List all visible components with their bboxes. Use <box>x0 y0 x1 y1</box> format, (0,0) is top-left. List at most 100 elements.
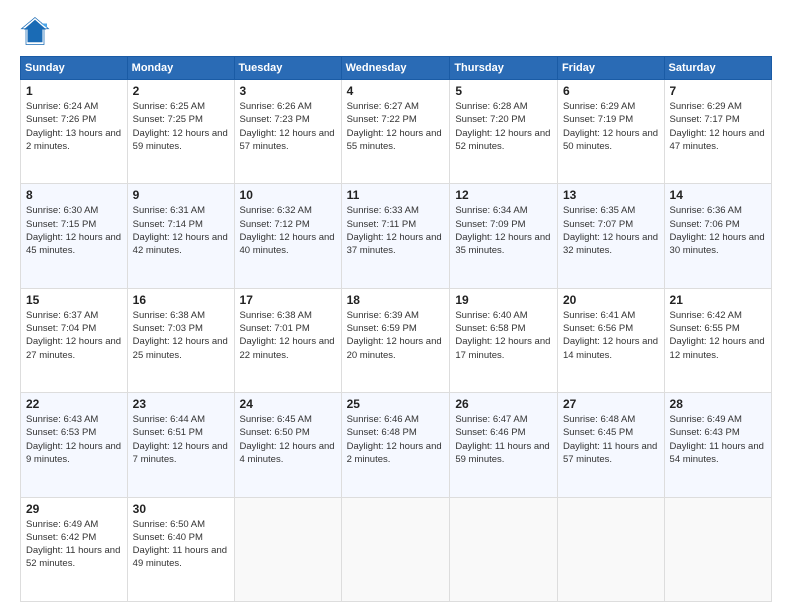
day-number: 1 <box>26 84 122 98</box>
table-row: 25 Sunrise: 6:46 AMSunset: 6:48 PMDayligh… <box>341 393 450 497</box>
table-row: 16 Sunrise: 6:38 AMSunset: 7:03 PMDayligh… <box>127 288 234 392</box>
day-number: 6 <box>563 84 659 98</box>
page: SundayMondayTuesdayWednesdayThursdayFrid… <box>0 0 792 612</box>
table-row: 5Sunrise: 6:28 AMSunset: 7:20 PMDaylight… <box>450 80 558 184</box>
calendar-week-row: 29 Sunrise: 6:49 AMSunset: 6:42 PMDayligh… <box>21 497 772 601</box>
day-number: 5 <box>455 84 552 98</box>
table-row: 20 Sunrise: 6:41 AMSunset: 6:56 PMDayligh… <box>557 288 664 392</box>
day-header-sunday: Sunday <box>21 57 128 80</box>
day-header-tuesday: Tuesday <box>234 57 341 80</box>
day-info: Sunrise: 6:39 AMSunset: 6:59 PMDaylight:… <box>347 309 445 362</box>
calendar-body: 1 Sunrise: 6:24 AMSunset: 7:26 PMDaylight… <box>21 80 772 602</box>
day-number: 19 <box>455 293 552 307</box>
day-number: 13 <box>563 188 659 202</box>
day-number: 28 <box>670 397 766 411</box>
day-number: 16 <box>133 293 229 307</box>
day-info: Sunrise: 6:26 AMSunset: 7:23 PMDaylight:… <box>240 100 336 153</box>
day-info: Sunrise: 6:38 AMSunset: 7:01 PMDaylight:… <box>240 309 336 362</box>
day-number: 7 <box>670 84 766 98</box>
table-row: 24 Sunrise: 6:45 AMSunset: 6:50 PMDayligh… <box>234 393 341 497</box>
day-number: 2 <box>133 84 229 98</box>
day-info: Sunrise: 6:35 AMSunset: 7:07 PMDaylight:… <box>563 204 659 257</box>
day-info: Sunrise: 6:48 AMSunset: 6:45 PMDaylight:… <box>563 413 659 466</box>
day-info: Sunrise: 6:31 AMSunset: 7:14 PMDaylight:… <box>133 204 229 257</box>
table-row <box>664 497 771 601</box>
calendar-week-row: 1 Sunrise: 6:24 AMSunset: 7:26 PMDaylight… <box>21 80 772 184</box>
table-row <box>234 497 341 601</box>
table-row: 18 Sunrise: 6:39 AMSunset: 6:59 PMDayligh… <box>341 288 450 392</box>
logo <box>20 16 54 46</box>
table-row: 19 Sunrise: 6:40 AMSunset: 6:58 PMDayligh… <box>450 288 558 392</box>
calendar-week-row: 15 Sunrise: 6:37 AMSunset: 7:04 PMDayligh… <box>21 288 772 392</box>
table-row: 11Sunrise: 6:33 AMSunset: 7:11 PMDayligh… <box>341 184 450 288</box>
day-number: 10 <box>240 188 336 202</box>
day-info: Sunrise: 6:29 AMSunset: 7:19 PMDaylight:… <box>563 100 659 153</box>
day-info: Sunrise: 6:43 AMSunset: 6:53 PMDaylight:… <box>26 413 122 466</box>
day-info: Sunrise: 6:24 AMSunset: 7:26 PMDaylight:… <box>26 100 122 153</box>
day-header-monday: Monday <box>127 57 234 80</box>
table-row: 17 Sunrise: 6:38 AMSunset: 7:01 PMDayligh… <box>234 288 341 392</box>
table-row: 1 Sunrise: 6:24 AMSunset: 7:26 PMDaylight… <box>21 80 128 184</box>
day-number: 18 <box>347 293 445 307</box>
day-info: Sunrise: 6:45 AMSunset: 6:50 PMDaylight:… <box>240 413 336 466</box>
day-info: Sunrise: 6:46 AMSunset: 6:48 PMDaylight:… <box>347 413 445 466</box>
day-info: Sunrise: 6:40 AMSunset: 6:58 PMDaylight:… <box>455 309 552 362</box>
table-row: 3 Sunrise: 6:26 AMSunset: 7:23 PMDaylight… <box>234 80 341 184</box>
day-number: 9 <box>133 188 229 202</box>
table-row: 6 Sunrise: 6:29 AMSunset: 7:19 PMDaylight… <box>557 80 664 184</box>
day-number: 23 <box>133 397 229 411</box>
day-header-friday: Friday <box>557 57 664 80</box>
table-row: 12 Sunrise: 6:34 AMSunset: 7:09 PMDayligh… <box>450 184 558 288</box>
table-row: 9 Sunrise: 6:31 AMSunset: 7:14 PMDaylight… <box>127 184 234 288</box>
day-number: 4 <box>347 84 445 98</box>
day-info: Sunrise: 6:38 AMSunset: 7:03 PMDaylight:… <box>133 309 229 362</box>
table-row: 22 Sunrise: 6:43 AMSunset: 6:53 PMDayligh… <box>21 393 128 497</box>
day-number: 12 <box>455 188 552 202</box>
logo-icon <box>20 16 50 46</box>
day-number: 29 <box>26 502 122 516</box>
day-info: Sunrise: 6:37 AMSunset: 7:04 PMDaylight:… <box>26 309 122 362</box>
calendar-week-row: 22 Sunrise: 6:43 AMSunset: 6:53 PMDayligh… <box>21 393 772 497</box>
day-header-wednesday: Wednesday <box>341 57 450 80</box>
day-number: 15 <box>26 293 122 307</box>
table-row: 13 Sunrise: 6:35 AMSunset: 7:07 PMDayligh… <box>557 184 664 288</box>
day-info: Sunrise: 6:50 AMSunset: 6:40 PMDaylight:… <box>133 518 229 571</box>
table-row: 8Sunrise: 6:30 AMSunset: 7:15 PMDaylight… <box>21 184 128 288</box>
day-info: Sunrise: 6:32 AMSunset: 7:12 PMDaylight:… <box>240 204 336 257</box>
day-number: 22 <box>26 397 122 411</box>
day-info: Sunrise: 6:47 AMSunset: 6:46 PMDaylight:… <box>455 413 552 466</box>
day-info: Sunrise: 6:34 AMSunset: 7:09 PMDaylight:… <box>455 204 552 257</box>
calendar-header-row: SundayMondayTuesdayWednesdayThursdayFrid… <box>21 57 772 80</box>
day-info: Sunrise: 6:49 AMSunset: 6:43 PMDaylight:… <box>670 413 766 466</box>
table-row <box>341 497 450 601</box>
day-info: Sunrise: 6:36 AMSunset: 7:06 PMDaylight:… <box>670 204 766 257</box>
day-number: 26 <box>455 397 552 411</box>
table-row: 10 Sunrise: 6:32 AMSunset: 7:12 PMDayligh… <box>234 184 341 288</box>
day-number: 25 <box>347 397 445 411</box>
day-number: 20 <box>563 293 659 307</box>
day-info: Sunrise: 6:27 AMSunset: 7:22 PMDaylight:… <box>347 100 445 153</box>
table-row: 7Sunrise: 6:29 AMSunset: 7:17 PMDaylight… <box>664 80 771 184</box>
day-number: 17 <box>240 293 336 307</box>
table-row: 29 Sunrise: 6:49 AMSunset: 6:42 PMDayligh… <box>21 497 128 601</box>
day-number: 3 <box>240 84 336 98</box>
day-number: 8 <box>26 188 122 202</box>
calendar-week-row: 8Sunrise: 6:30 AMSunset: 7:15 PMDaylight… <box>21 184 772 288</box>
table-row <box>557 497 664 601</box>
table-row: 28 Sunrise: 6:49 AMSunset: 6:43 PMDayligh… <box>664 393 771 497</box>
day-number: 24 <box>240 397 336 411</box>
table-row: 23 Sunrise: 6:44 AMSunset: 6:51 PMDayligh… <box>127 393 234 497</box>
table-row: 14 Sunrise: 6:36 AMSunset: 7:06 PMDayligh… <box>664 184 771 288</box>
day-info: Sunrise: 6:41 AMSunset: 6:56 PMDaylight:… <box>563 309 659 362</box>
day-info: Sunrise: 6:49 AMSunset: 6:42 PMDaylight:… <box>26 518 122 571</box>
day-info: Sunrise: 6:44 AMSunset: 6:51 PMDaylight:… <box>133 413 229 466</box>
table-row: 4 Sunrise: 6:27 AMSunset: 7:22 PMDaylight… <box>341 80 450 184</box>
day-number: 11 <box>347 188 445 202</box>
table-row: 2Sunrise: 6:25 AMSunset: 7:25 PMDaylight… <box>127 80 234 184</box>
day-number: 14 <box>670 188 766 202</box>
header <box>20 16 772 46</box>
day-number: 27 <box>563 397 659 411</box>
day-info: Sunrise: 6:42 AMSunset: 6:55 PMDaylight:… <box>670 309 766 362</box>
calendar-table: SundayMondayTuesdayWednesdayThursdayFrid… <box>20 56 772 602</box>
table-row <box>450 497 558 601</box>
